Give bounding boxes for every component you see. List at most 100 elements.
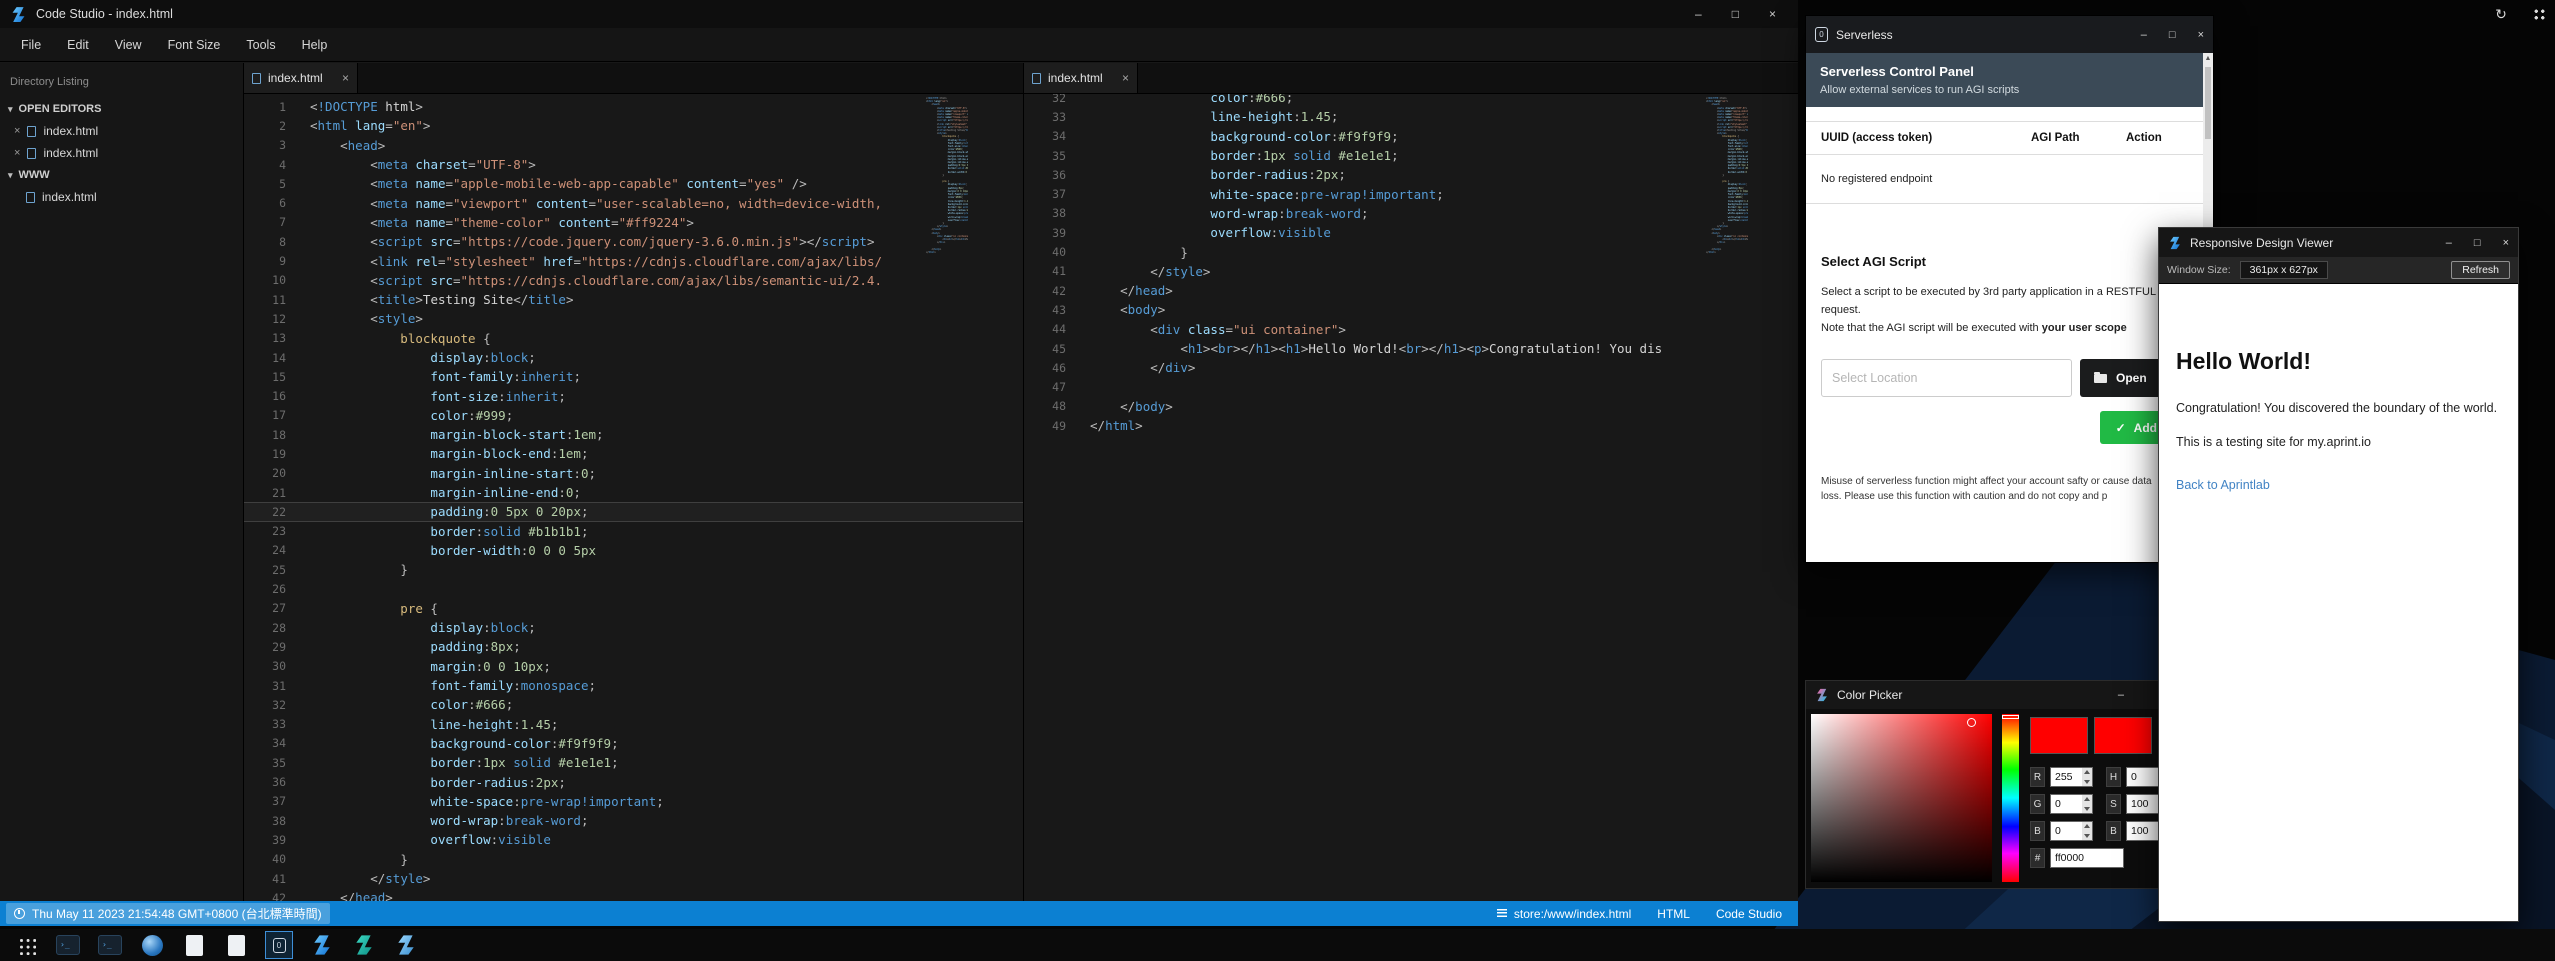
tab-close-icon[interactable]: × xyxy=(1122,71,1129,85)
code-line[interactable]: 32 color:#666; xyxy=(1024,94,1798,107)
code-line[interactable]: 37 white-space:pre-wrap!important; xyxy=(1024,184,1798,203)
code-line[interactable]: 40 } xyxy=(244,850,1023,869)
sidebar-section-open-editors[interactable]: ▾ OPEN EDITORS xyxy=(0,98,243,120)
code-studio-taskbar-icon[interactable] xyxy=(393,931,419,959)
code-line[interactable]: 41 </style> xyxy=(1024,262,1798,281)
code-line[interactable]: 19 margin-block-end:1em; xyxy=(244,444,1023,463)
code-line[interactable]: 17 color:#999; xyxy=(244,406,1023,425)
serverless-taskbar-icon[interactable]: 0 xyxy=(265,931,293,959)
code-line[interactable]: 39 overflow:visible xyxy=(244,830,1023,849)
menu-view[interactable]: View xyxy=(102,28,155,61)
window-size-value[interactable]: 361px x 627px xyxy=(2240,261,2328,279)
code-line[interactable]: 24 border-width:0 0 0 5px xyxy=(244,541,1023,560)
stepper-arrows[interactable] xyxy=(2082,768,2092,786)
saturation-gradient[interactable] xyxy=(1811,714,1992,882)
document-icon[interactable] xyxy=(181,931,207,959)
code-line[interactable]: 20 margin-inline-start:0; xyxy=(244,464,1023,483)
code-line[interactable]: 44 <div class="ui container"> xyxy=(1024,320,1798,339)
code-line[interactable]: 18 margin-block-start:1em; xyxy=(244,425,1023,444)
code-line[interactable]: 35 border:1px solid #e1e1e1; xyxy=(244,753,1023,772)
code-line[interactable]: 49</html> xyxy=(1024,416,1798,435)
code-line[interactable]: 27 pre { xyxy=(244,599,1023,618)
minimize-icon[interactable]: – xyxy=(1695,8,1702,20)
code-line[interactable]: 16 font-size:inherit; xyxy=(244,386,1023,405)
code-line[interactable]: 40 } xyxy=(1024,242,1798,261)
saturation-cursor[interactable] xyxy=(1967,718,1976,727)
editor-body[interactable]: 1<!DOCTYPE html>2<html lang="en">3 <head… xyxy=(244,94,1023,901)
stepper-arrows[interactable] xyxy=(2082,795,2092,813)
code-line[interactable]: 23 border:solid #b1b1b1; xyxy=(244,522,1023,541)
code-line[interactable]: 37 white-space:pre-wrap!important; xyxy=(244,792,1023,811)
close-icon[interactable]: × xyxy=(1769,8,1776,20)
tab-close-icon[interactable]: × xyxy=(342,71,349,85)
code-line[interactable]: 15 font-family:inherit; xyxy=(244,367,1023,386)
code-studio-taskbar-icon[interactable] xyxy=(309,931,335,959)
code-line[interactable]: 5 <meta name="apple-mobile-web-app-capab… xyxy=(244,174,1023,193)
menu-tools[interactable]: Tools xyxy=(233,28,288,61)
code-line[interactable]: 46 </div> xyxy=(1024,358,1798,377)
code-line[interactable]: 30 margin:0 0 10px; xyxy=(244,657,1023,676)
code-line[interactable]: 36 border-radius:2px; xyxy=(1024,165,1798,184)
menu-help[interactable]: Help xyxy=(289,28,341,61)
code-line[interactable]: 33 line-height:1.45; xyxy=(244,715,1023,734)
code-line[interactable]: 38 word-wrap:break-word; xyxy=(244,811,1023,830)
code-line[interactable]: 38 word-wrap:break-word; xyxy=(1024,204,1798,223)
code-line[interactable]: 45 <h1><br></h1><h1>Hello World!<br></h1… xyxy=(1024,339,1798,358)
refresh-icon[interactable]: ↻ xyxy=(2492,5,2510,23)
apps-grid-icon[interactable] xyxy=(2530,5,2548,23)
code-line[interactable]: 13 blockquote { xyxy=(244,329,1023,348)
code-line[interactable]: 34 background-color:#f9f9f9; xyxy=(244,734,1023,753)
code-studio-taskbar-icon[interactable] xyxy=(351,931,377,959)
code-line[interactable]: 4 <meta charset="UTF-8"> xyxy=(244,155,1023,174)
code-line[interactable]: 29 padding:8px; xyxy=(244,637,1023,656)
code-line[interactable]: 3 <head> xyxy=(244,136,1023,155)
code-line[interactable]: 28 display:block; xyxy=(244,618,1023,637)
terminal-icon[interactable]: ›_ xyxy=(97,931,123,959)
code-area[interactable]: 32 color:#666;33 line-height:1.45;34 bac… xyxy=(1024,94,1798,901)
maximize-icon[interactable]: □ xyxy=(2474,237,2481,249)
menu-edit[interactable]: Edit xyxy=(54,28,102,61)
tab-index-html[interactable]: index.html × xyxy=(1024,63,1138,93)
code-line[interactable]: 31 font-family:monospace; xyxy=(244,676,1023,695)
code-line[interactable]: 7 <meta name="theme-color" content="#ff9… xyxy=(244,213,1023,232)
code-line[interactable]: 22 padding:0 5px 0 20px; xyxy=(244,502,1023,521)
code-line[interactable]: 39 overflow:visible xyxy=(1024,223,1798,242)
stepper-arrows[interactable] xyxy=(2082,822,2092,840)
terminal-icon[interactable]: ›_ xyxy=(55,931,81,959)
code-line[interactable]: 41 </style> xyxy=(244,869,1023,888)
code-line[interactable]: 11 <title>Testing Site</title> xyxy=(244,290,1023,309)
menu-file[interactable]: File xyxy=(8,28,54,61)
code-line[interactable]: 34 background-color:#f9f9f9; xyxy=(1024,127,1798,146)
code-line[interactable]: 21 margin-inline-end:0; xyxy=(244,483,1023,502)
sidebar-section-www[interactable]: ▾ WWW xyxy=(0,164,243,186)
minimize-icon[interactable]: – xyxy=(2446,237,2452,249)
code-line[interactable]: 14 display:block; xyxy=(244,348,1023,367)
code-line[interactable]: 6 <meta name="viewport" content="user-sc… xyxy=(244,193,1023,212)
tree-item-index-html[interactable]: index.html xyxy=(0,186,243,208)
open-editor-item[interactable]: × index.html xyxy=(0,120,243,142)
minimize-icon[interactable]: – xyxy=(2141,29,2147,41)
start-menu-icon[interactable] xyxy=(13,931,39,959)
code-line[interactable]: 47 xyxy=(1024,377,1798,396)
script-location-input[interactable] xyxy=(1821,359,2072,397)
code-line[interactable]: 36 border-radius:2px; xyxy=(244,772,1023,791)
code-line[interactable]: 2<html lang="en"> xyxy=(244,116,1023,135)
hue-slider[interactable] xyxy=(2002,714,2019,882)
editor-body[interactable]: 32 color:#666;33 line-height:1.45;34 bac… xyxy=(1024,94,1798,901)
code-line[interactable]: 33 line-height:1.45; xyxy=(1024,107,1798,126)
close-icon[interactable]: × xyxy=(2503,237,2509,249)
minimap[interactable]: <!DOCTYPE html> <html lang="en"> <head> … xyxy=(1706,97,1748,254)
close-icon[interactable]: × xyxy=(2198,29,2204,41)
maximize-icon[interactable]: □ xyxy=(1732,8,1739,20)
code-line[interactable]: 32 color:#666; xyxy=(244,695,1023,714)
code-area[interactable]: 1<!DOCTYPE html>2<html lang="en">3 <head… xyxy=(244,94,1023,901)
code-line[interactable]: 25 } xyxy=(244,560,1023,579)
code-line[interactable]: 26 xyxy=(244,579,1023,598)
back-to-aprintlab-link[interactable]: Back to Aprintlab xyxy=(2176,478,2270,492)
tab-index-html[interactable]: index.html × xyxy=(244,63,358,93)
document-icon[interactable] xyxy=(223,931,249,959)
maximize-icon[interactable]: □ xyxy=(2169,29,2176,41)
code-line[interactable]: 9 <link rel="stylesheet" href="https://c… xyxy=(244,251,1023,270)
datetime-status[interactable]: Thu May 11 2023 21:54:48 GMT+0800 (台北標準時… xyxy=(6,903,330,924)
code-line[interactable]: 12 <style> xyxy=(244,309,1023,328)
